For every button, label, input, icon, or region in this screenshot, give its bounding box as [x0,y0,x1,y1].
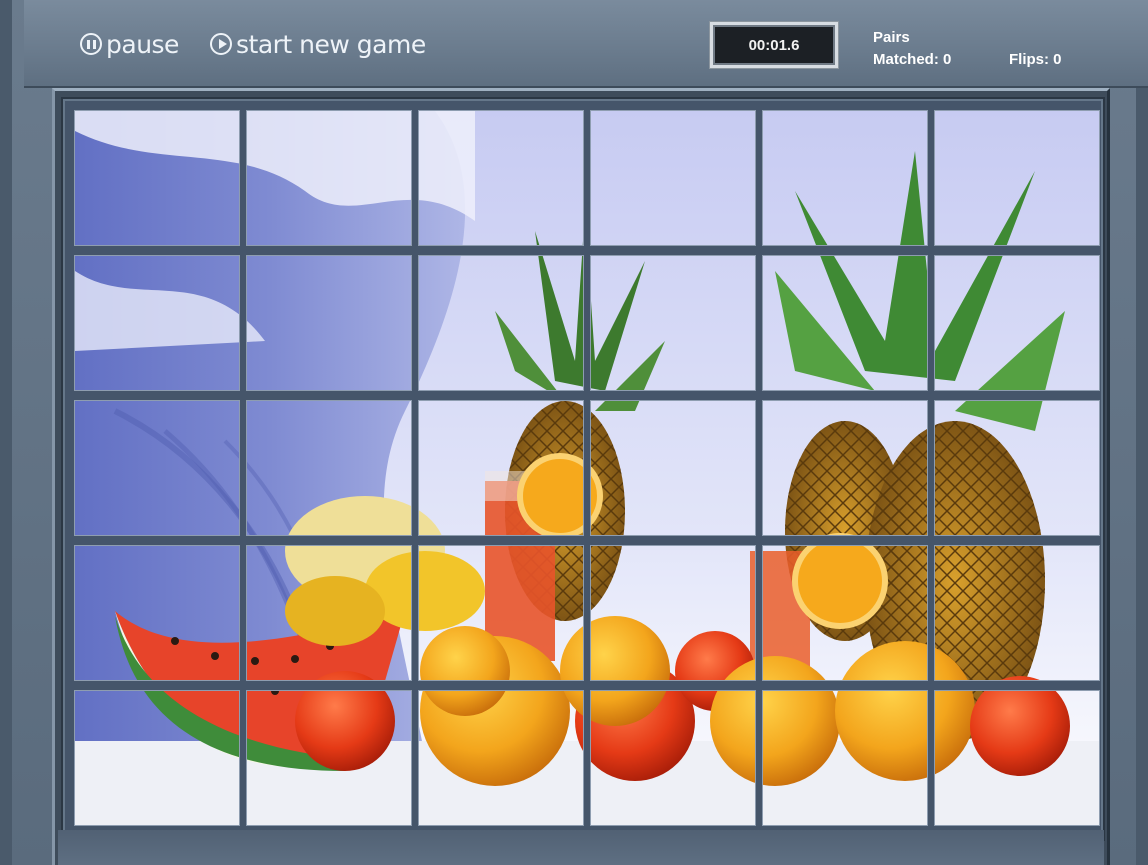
card-tile-r1-c2[interactable] [246,110,412,246]
flips-stat: Flips: 0 [1009,51,1062,68]
card-image [247,256,412,391]
matched-label: Matched: 0 [873,51,952,68]
card-tile-r5-c1[interactable] [74,690,240,826]
toolbar: pause start new game 00:01.6 Pairs Match… [24,0,1148,88]
card-tile-r1-c5[interactable] [762,110,928,246]
card-tile-r4-c6[interactable] [934,545,1100,681]
pause-label: pause [106,29,179,59]
card-grid [74,110,1100,826]
card-image [247,401,412,536]
game-window: pause start new game 00:01.6 Pairs Match… [0,0,1148,865]
card-image [935,691,1100,826]
card-image [591,401,756,536]
card-image [763,691,928,826]
pairs-matched-stat: Pairs Matched: 0 [873,27,993,71]
card-image [419,256,584,391]
card-tile-r2-c4[interactable] [590,255,756,391]
card-image [75,111,240,246]
card-image [247,546,412,681]
card-image [247,111,412,246]
start-new-game-label: start new game [236,29,426,59]
card-tile-r4-c3[interactable] [418,545,584,681]
card-image [419,401,584,536]
card-image [591,111,756,246]
card-tile-r5-c6[interactable] [934,690,1100,826]
pairs-label: Pairs [873,29,910,46]
start-new-game-button[interactable]: start new game [210,26,426,62]
card-tile-r2-c2[interactable] [246,255,412,391]
card-image [763,111,928,246]
board-bottom-strip [58,830,1104,865]
card-image [419,691,584,826]
card-image [763,546,928,681]
card-tile-r5-c2[interactable] [246,690,412,826]
card-image [419,546,584,681]
card-tile-r3-c5[interactable] [762,400,928,536]
pause-circle-icon [80,33,102,55]
card-image [247,691,412,826]
card-tile-r2-c5[interactable] [762,255,928,391]
card-image [591,256,756,391]
play-circle-icon [210,33,232,55]
card-tile-r4-c5[interactable] [762,545,928,681]
card-tile-r5-c4[interactable] [590,690,756,826]
card-tile-r4-c4[interactable] [590,545,756,681]
card-image [591,546,756,681]
card-tile-r3-c4[interactable] [590,400,756,536]
card-image [419,111,584,246]
card-tile-r5-c5[interactable] [762,690,928,826]
card-tile-r2-c3[interactable] [418,255,584,391]
card-image [75,401,240,536]
pause-button[interactable]: pause [80,26,179,62]
card-image [763,256,928,391]
card-tile-r4-c2[interactable] [246,545,412,681]
card-tile-r2-c1[interactable] [74,255,240,391]
card-tile-r2-c6[interactable] [934,255,1100,391]
card-tile-r3-c6[interactable] [934,400,1100,536]
card-tile-r1-c3[interactable] [418,110,584,246]
card-image [935,111,1100,246]
card-tile-r1-c4[interactable] [590,110,756,246]
card-tile-r5-c3[interactable] [418,690,584,826]
card-image [591,691,756,826]
card-image [763,401,928,536]
card-tile-r3-c2[interactable] [246,400,412,536]
card-image [935,256,1100,391]
card-tile-r1-c6[interactable] [934,110,1100,246]
card-tile-r1-c1[interactable] [74,110,240,246]
card-image [75,256,240,391]
game-timer: 00:01.6 [710,22,838,68]
card-image [75,691,240,826]
card-tile-r3-c3[interactable] [418,400,584,536]
card-image [935,401,1100,536]
card-image [935,546,1100,681]
card-image [75,546,240,681]
card-tile-r3-c1[interactable] [74,400,240,536]
card-tile-r4-c1[interactable] [74,545,240,681]
